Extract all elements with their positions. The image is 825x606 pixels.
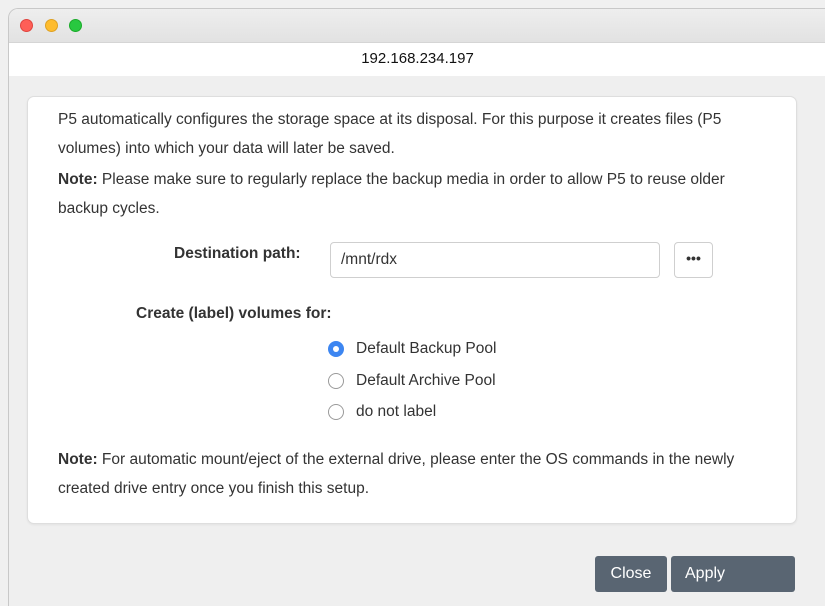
note-text: Please make sure to regularly replace th… [58, 171, 725, 217]
radio-unselected-icon[interactable] [328, 373, 344, 389]
setup-content: P5 automatically configures the storage … [9, 76, 825, 606]
close-button[interactable]: Close [595, 556, 667, 592]
apply-button[interactable]: Apply [671, 556, 795, 592]
radio-default-archive-pool[interactable]: Default Archive Pool [328, 369, 496, 393]
radio-label: do not label [356, 403, 437, 420]
browser-window: 192.168.234.197 P5 automatically configu… [8, 8, 825, 606]
mount-eject-note: Note: For automatic mount/eject of the e… [58, 445, 778, 503]
browse-button[interactable]: ••• [674, 242, 713, 278]
radio-unselected-icon[interactable] [328, 404, 344, 420]
radio-selected-icon[interactable] [328, 341, 344, 357]
zoom-window-icon[interactable] [69, 19, 82, 32]
radio-default-backup-pool[interactable]: Default Backup Pool [328, 337, 496, 361]
address-title: 192.168.234.197 [9, 42, 825, 77]
create-volumes-label: Create (label) volumes for: [136, 305, 332, 322]
close-window-icon[interactable] [20, 19, 33, 32]
backup-media-note: Note: Please make sure to regularly repl… [58, 165, 778, 223]
destination-path-label: Destination path: [174, 245, 301, 262]
radio-do-not-label[interactable]: do not label [328, 400, 436, 424]
radio-label: Default Archive Pool [356, 372, 496, 389]
minimize-window-icon[interactable] [45, 19, 58, 32]
note-label: Note: [58, 451, 98, 468]
radio-label: Default Backup Pool [356, 340, 497, 357]
intro-text: P5 automatically configures the storage … [58, 111, 722, 157]
destination-path-input[interactable] [330, 242, 660, 278]
note-label: Note: [58, 171, 98, 188]
note-text: For automatic mount/eject of the externa… [58, 451, 735, 497]
title-bar [9, 9, 825, 42]
settings-card: P5 automatically configures the storage … [27, 96, 797, 524]
